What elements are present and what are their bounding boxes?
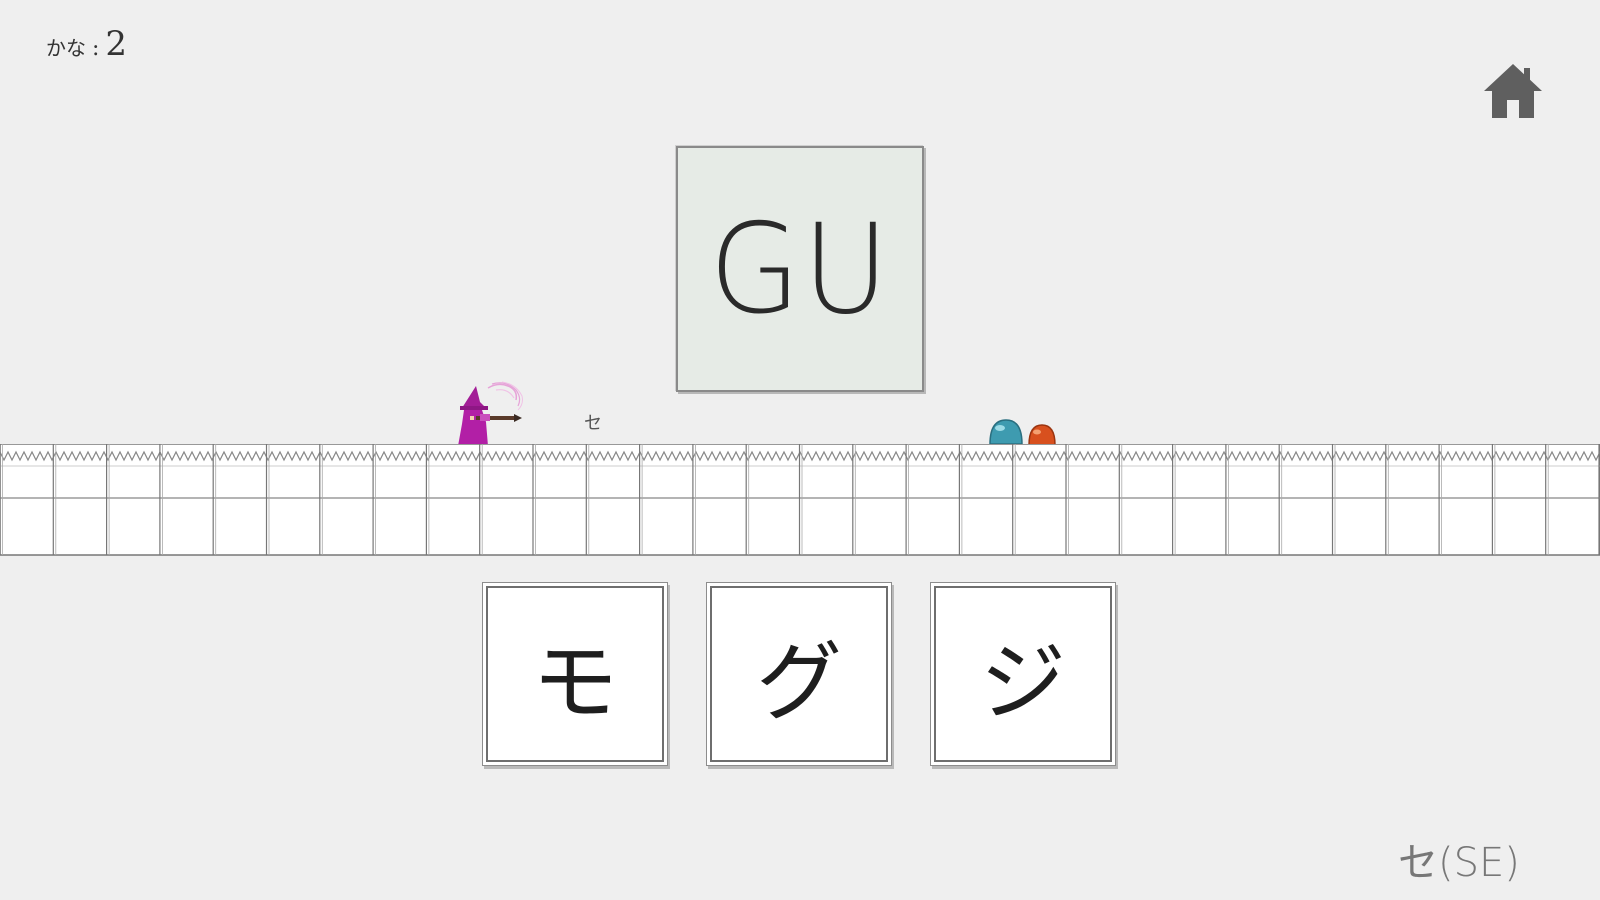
last-kana-hint: セ(SE)	[1398, 840, 1520, 886]
ground-tiles	[0, 444, 1600, 556]
slime-blue	[989, 419, 1023, 445]
choice-kana-2: グ	[756, 632, 842, 733]
game-stage: かな : 2 GU セ モ グ ジ セ(SE)	[0, 0, 1600, 900]
kana-score-separator: :	[92, 36, 100, 61]
choice-card-2[interactable]: グ	[710, 586, 888, 762]
choice-card-1[interactable]: モ	[486, 586, 664, 762]
choice-kana-1: モ	[532, 632, 618, 733]
floating-kana: セ	[584, 413, 602, 434]
romaji-prompt: GU	[709, 196, 891, 342]
kana-score-value: 2	[105, 24, 128, 64]
choice-card-3[interactable]: ジ	[934, 586, 1112, 762]
home-button[interactable]	[1482, 60, 1544, 122]
kana-score: かな : 2	[46, 24, 127, 64]
choice-kana-3: ジ	[980, 632, 1066, 733]
home-icon	[1484, 64, 1542, 118]
kana-choices: モ グ ジ	[486, 586, 1112, 762]
kana-score-label: かな	[46, 36, 86, 60]
romaji-prompt-card: GU	[676, 146, 924, 392]
wizard-character	[458, 381, 523, 446]
